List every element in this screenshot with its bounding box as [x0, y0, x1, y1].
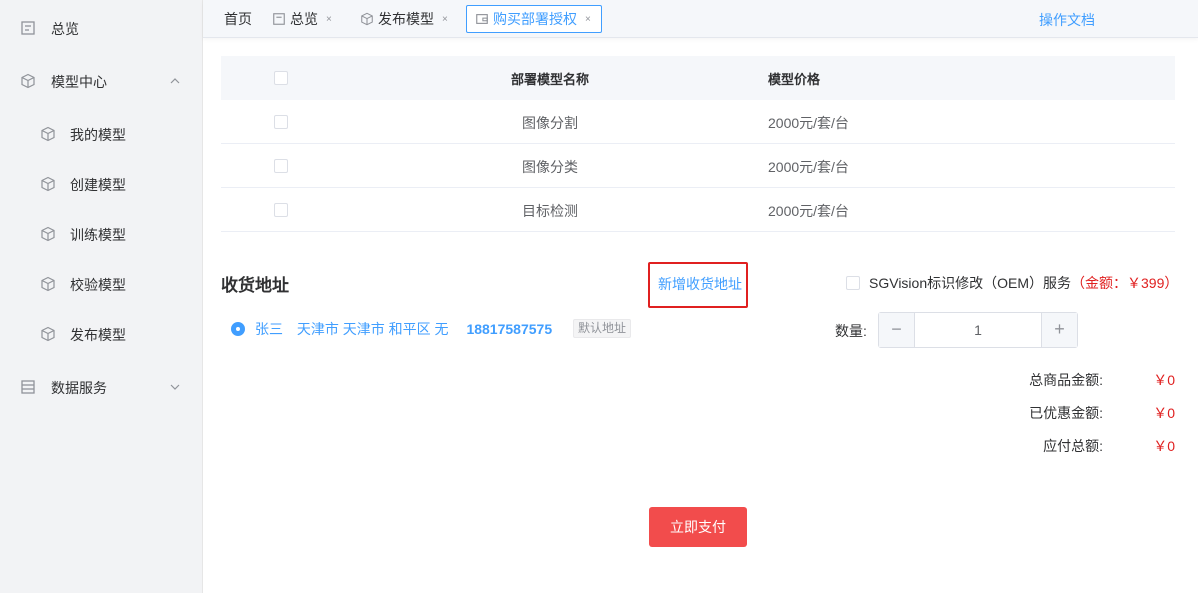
chevron-down-icon [170, 384, 180, 390]
cube-plus-icon [41, 176, 55, 192]
tab-label: 发布模型 [378, 11, 434, 27]
row-checkbox[interactable] [274, 203, 288, 217]
model-price-cell: 2000元/套/台 [768, 203, 849, 219]
database-icon [21, 380, 35, 394]
sidebar-item-train-model[interactable]: 训练模型 [0, 214, 203, 254]
quantity-input[interactable]: 1 [915, 313, 1041, 347]
recipient-name: 张三 [255, 321, 283, 337]
tab-publish-model[interactable]: 发布模型 × [360, 5, 448, 33]
recipient-region: 天津市 天津市 和平区 无 [296, 321, 449, 337]
cube-check-icon [41, 276, 55, 292]
tab-label: 总览 [290, 11, 318, 27]
close-icon[interactable]: × [326, 14, 332, 25]
oem-service-checkbox[interactable] [846, 276, 860, 290]
sidebar-item-label: 创建模型 [70, 177, 126, 193]
sidebar-item-model-center[interactable]: 模型中心 [0, 61, 203, 101]
close-icon[interactable]: × [442, 14, 448, 25]
model-price-cell: 2000元/套/台 [768, 159, 849, 175]
address-radio[interactable] [231, 322, 245, 336]
cube-icon [21, 73, 35, 89]
quantity-decrease-button[interactable]: − [879, 313, 915, 347]
pay-now-button[interactable]: 立即支付 [649, 507, 747, 547]
sidebar-item-label: 模型中心 [51, 74, 107, 90]
sidebar-item-label: 训练模型 [70, 227, 126, 243]
table-header: 部署模型名称 模型价格 [221, 56, 1175, 100]
tab-label: 购买部署授权 [493, 11, 577, 27]
cube-icon [41, 126, 55, 142]
sidebar-item-my-models[interactable]: 我的模型 [0, 114, 203, 154]
default-address-tag: 默认地址 [573, 319, 632, 338]
model-price-cell: 2000元/套/台 [768, 115, 849, 131]
sidebar-item-label: 我的模型 [70, 127, 126, 143]
tab-overview[interactable]: 总览 × [272, 5, 332, 33]
tab-purchase-license[interactable]: 购买部署授权 × [466, 5, 602, 33]
quantity-increase-button[interactable]: + [1041, 313, 1077, 347]
address-option[interactable]: 张三 天津市 天津市 和平区 无 18817587575 [255, 319, 562, 339]
row-checkbox[interactable] [274, 115, 288, 129]
tab-label: 首页 [224, 11, 252, 27]
goods-total-label: 总商品金额: [1029, 372, 1103, 388]
model-name-cell: 图像分割 [522, 115, 578, 131]
overview-icon [21, 21, 35, 35]
tab-home[interactable]: 首页 [224, 5, 252, 33]
model-name-cell: 图像分类 [522, 159, 578, 175]
column-header-price: 模型价格 [768, 72, 821, 87]
sidebar-item-overview[interactable]: 总览 [0, 8, 203, 48]
column-header-name: 部署模型名称 [510, 72, 589, 87]
cube-icon [41, 326, 55, 342]
table-row: 图像分割 2000元/套/台 [221, 100, 1175, 144]
goods-total-value: ￥0 [1153, 372, 1175, 388]
discount-value: ￥0 [1153, 405, 1175, 421]
row-checkbox[interactable] [274, 159, 288, 173]
close-icon[interactable]: × [585, 14, 591, 25]
payable-total-label: 应付总额: [1043, 438, 1103, 454]
oem-service-label[interactable]: SGVision标识修改（OEM）服务（金额：￥399） [869, 273, 1178, 293]
oem-service-name: SGVision标识修改（OEM）服务 [869, 275, 1071, 291]
sidebar-item-create-model[interactable]: 创建模型 [0, 164, 203, 204]
overview-icon [273, 13, 285, 25]
discount-label: 已优惠金额: [1029, 405, 1103, 421]
sidebar-item-publish-model[interactable]: 发布模型 [0, 314, 203, 354]
chevron-up-icon [170, 78, 180, 84]
oem-service-price: （金额：￥399） [1071, 275, 1179, 291]
table-row: 图像分类 2000元/套/台 [221, 144, 1175, 188]
sidebar-item-data-service[interactable]: 数据服务 [0, 367, 203, 407]
table-row: 目标检测 2000元/套/台 [221, 188, 1175, 232]
address-section-title: 收货地址 [221, 276, 289, 295]
operation-docs-link[interactable]: 操作文档 [1039, 10, 1095, 30]
payable-total-value: ￥0 [1153, 438, 1175, 454]
cube-icon [41, 226, 55, 242]
quantity-stepper: − 1 + [878, 312, 1078, 348]
sidebar: 总览 模型中心 我的模型 创建模型 训练模型 校验模型 发布模型 数据服务 [0, 0, 203, 593]
sidebar-item-label: 总览 [51, 21, 79, 37]
cube-icon [361, 12, 373, 26]
tabs-bar: 首页 总览 × 发布模型 × 购买部署授权 × 操作文档 [203, 0, 1198, 38]
sidebar-item-label: 数据服务 [51, 380, 107, 396]
select-all-checkbox[interactable] [274, 71, 288, 85]
wallet-icon [476, 14, 488, 24]
recipient-phone: 18817587575 [466, 321, 553, 337]
sidebar-item-verify-model[interactable]: 校验模型 [0, 264, 203, 304]
add-address-link[interactable]: 新增收货地址 [658, 274, 742, 294]
sidebar-item-label: 发布模型 [70, 327, 126, 343]
quantity-label: 数量: [835, 323, 867, 339]
model-table: 部署模型名称 模型价格 图像分割 2000元/套/台 图像分类 2000元/套/… [221, 56, 1175, 232]
model-name-cell: 目标检测 [522, 203, 578, 219]
sidebar-item-label: 校验模型 [70, 277, 126, 293]
